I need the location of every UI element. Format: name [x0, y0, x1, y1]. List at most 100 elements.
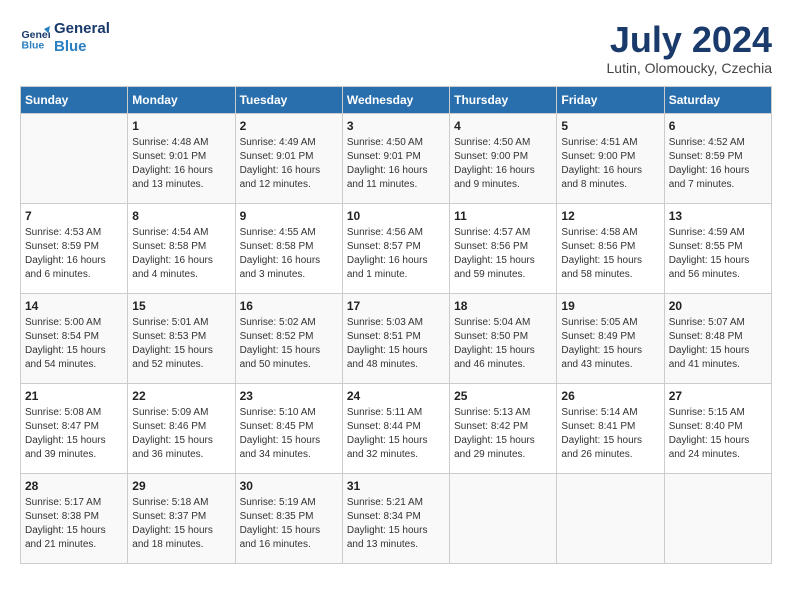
calendar-cell: 17Sunrise: 5:03 AMSunset: 8:51 PMDayligh…	[342, 293, 449, 383]
day-number: 22	[132, 388, 230, 405]
calendar-cell: 8Sunrise: 4:54 AMSunset: 8:58 PMDaylight…	[128, 203, 235, 293]
day-number: 1	[132, 118, 230, 135]
calendar-cell	[450, 473, 557, 563]
calendar-cell	[21, 113, 128, 203]
day-info: Sunrise: 5:08 AMSunset: 8:47 PMDaylight:…	[25, 406, 123, 462]
day-number: 2	[240, 118, 338, 135]
calendar-cell: 27Sunrise: 5:15 AMSunset: 8:40 PMDayligh…	[664, 383, 771, 473]
day-info: Sunrise: 5:01 AMSunset: 8:53 PMDaylight:…	[132, 316, 230, 372]
calendar-cell: 3Sunrise: 4:50 AMSunset: 9:01 PMDaylight…	[342, 113, 449, 203]
col-wednesday: Wednesday	[342, 86, 449, 113]
calendar-cell: 6Sunrise: 4:52 AMSunset: 8:59 PMDaylight…	[664, 113, 771, 203]
day-number: 17	[347, 298, 445, 315]
day-number: 5	[561, 118, 659, 135]
day-number: 31	[347, 478, 445, 495]
calendar-cell: 12Sunrise: 4:58 AMSunset: 8:56 PMDayligh…	[557, 203, 664, 293]
calendar-week-4: 21Sunrise: 5:08 AMSunset: 8:47 PMDayligh…	[21, 383, 772, 473]
col-monday: Monday	[128, 86, 235, 113]
calendar-week-2: 7Sunrise: 4:53 AMSunset: 8:59 PMDaylight…	[21, 203, 772, 293]
day-info: Sunrise: 5:13 AMSunset: 8:42 PMDaylight:…	[454, 406, 552, 462]
day-info: Sunrise: 4:53 AMSunset: 8:59 PMDaylight:…	[25, 226, 123, 282]
calendar-header-row: Sunday Monday Tuesday Wednesday Thursday…	[21, 86, 772, 113]
logo-text: General Blue	[54, 20, 110, 56]
day-number: 6	[669, 118, 767, 135]
day-number: 9	[240, 208, 338, 225]
col-thursday: Thursday	[450, 86, 557, 113]
calendar-cell: 18Sunrise: 5:04 AMSunset: 8:50 PMDayligh…	[450, 293, 557, 383]
day-info: Sunrise: 5:14 AMSunset: 8:41 PMDaylight:…	[561, 406, 659, 462]
calendar-cell: 1Sunrise: 4:48 AMSunset: 9:01 PMDaylight…	[128, 113, 235, 203]
day-info: Sunrise: 4:51 AMSunset: 9:00 PMDaylight:…	[561, 136, 659, 192]
calendar-cell: 22Sunrise: 5:09 AMSunset: 8:46 PMDayligh…	[128, 383, 235, 473]
day-number: 3	[347, 118, 445, 135]
day-info: Sunrise: 4:58 AMSunset: 8:56 PMDaylight:…	[561, 226, 659, 282]
calendar-cell: 20Sunrise: 5:07 AMSunset: 8:48 PMDayligh…	[664, 293, 771, 383]
col-saturday: Saturday	[664, 86, 771, 113]
calendar-cell: 23Sunrise: 5:10 AMSunset: 8:45 PMDayligh…	[235, 383, 342, 473]
calendar-cell: 10Sunrise: 4:56 AMSunset: 8:57 PMDayligh…	[342, 203, 449, 293]
day-number: 30	[240, 478, 338, 495]
day-info: Sunrise: 5:04 AMSunset: 8:50 PMDaylight:…	[454, 316, 552, 372]
calendar-cell	[557, 473, 664, 563]
calendar-cell: 13Sunrise: 4:59 AMSunset: 8:55 PMDayligh…	[664, 203, 771, 293]
day-number: 25	[454, 388, 552, 405]
col-sunday: Sunday	[21, 86, 128, 113]
calendar-cell: 30Sunrise: 5:19 AMSunset: 8:35 PMDayligh…	[235, 473, 342, 563]
day-number: 11	[454, 208, 552, 225]
calendar-cell: 31Sunrise: 5:21 AMSunset: 8:34 PMDayligh…	[342, 473, 449, 563]
calendar-cell: 11Sunrise: 4:57 AMSunset: 8:56 PMDayligh…	[450, 203, 557, 293]
day-number: 20	[669, 298, 767, 315]
day-number: 29	[132, 478, 230, 495]
day-number: 12	[561, 208, 659, 225]
day-number: 8	[132, 208, 230, 225]
day-info: Sunrise: 5:00 AMSunset: 8:54 PMDaylight:…	[25, 316, 123, 372]
day-info: Sunrise: 5:11 AMSunset: 8:44 PMDaylight:…	[347, 406, 445, 462]
col-friday: Friday	[557, 86, 664, 113]
calendar-cell: 28Sunrise: 5:17 AMSunset: 8:38 PMDayligh…	[21, 473, 128, 563]
calendar-week-3: 14Sunrise: 5:00 AMSunset: 8:54 PMDayligh…	[21, 293, 772, 383]
day-info: Sunrise: 4:56 AMSunset: 8:57 PMDaylight:…	[347, 226, 445, 282]
day-number: 23	[240, 388, 338, 405]
header: General Blue General Blue July 2024 Luti…	[20, 20, 772, 76]
day-number: 26	[561, 388, 659, 405]
calendar-cell: 19Sunrise: 5:05 AMSunset: 8:49 PMDayligh…	[557, 293, 664, 383]
day-info: Sunrise: 4:54 AMSunset: 8:58 PMDaylight:…	[132, 226, 230, 282]
calendar-table: Sunday Monday Tuesday Wednesday Thursday…	[20, 86, 772, 564]
title-area: July 2024 Lutin, Olomoucky, Czechia	[607, 20, 772, 76]
day-info: Sunrise: 5:10 AMSunset: 8:45 PMDaylight:…	[240, 406, 338, 462]
day-info: Sunrise: 4:55 AMSunset: 8:58 PMDaylight:…	[240, 226, 338, 282]
calendar-cell: 16Sunrise: 5:02 AMSunset: 8:52 PMDayligh…	[235, 293, 342, 383]
day-info: Sunrise: 4:49 AMSunset: 9:01 PMDaylight:…	[240, 136, 338, 192]
calendar-cell: 25Sunrise: 5:13 AMSunset: 8:42 PMDayligh…	[450, 383, 557, 473]
day-info: Sunrise: 5:05 AMSunset: 8:49 PMDaylight:…	[561, 316, 659, 372]
calendar-cell: 15Sunrise: 5:01 AMSunset: 8:53 PMDayligh…	[128, 293, 235, 383]
calendar-cell: 7Sunrise: 4:53 AMSunset: 8:59 PMDaylight…	[21, 203, 128, 293]
day-number: 7	[25, 208, 123, 225]
logo: General Blue General Blue	[20, 20, 110, 56]
day-info: Sunrise: 4:57 AMSunset: 8:56 PMDaylight:…	[454, 226, 552, 282]
logo-icon: General Blue	[20, 23, 50, 53]
calendar-cell: 9Sunrise: 4:55 AMSunset: 8:58 PMDaylight…	[235, 203, 342, 293]
day-number: 13	[669, 208, 767, 225]
day-number: 10	[347, 208, 445, 225]
day-number: 16	[240, 298, 338, 315]
day-number: 27	[669, 388, 767, 405]
day-info: Sunrise: 4:52 AMSunset: 8:59 PMDaylight:…	[669, 136, 767, 192]
day-info: Sunrise: 5:09 AMSunset: 8:46 PMDaylight:…	[132, 406, 230, 462]
day-info: Sunrise: 4:48 AMSunset: 9:01 PMDaylight:…	[132, 136, 230, 192]
svg-text:Blue: Blue	[22, 40, 45, 52]
day-number: 19	[561, 298, 659, 315]
day-info: Sunrise: 4:50 AMSunset: 9:00 PMDaylight:…	[454, 136, 552, 192]
day-number: 4	[454, 118, 552, 135]
day-info: Sunrise: 5:17 AMSunset: 8:38 PMDaylight:…	[25, 496, 123, 552]
day-info: Sunrise: 4:50 AMSunset: 9:01 PMDaylight:…	[347, 136, 445, 192]
day-number: 18	[454, 298, 552, 315]
day-info: Sunrise: 5:19 AMSunset: 8:35 PMDaylight:…	[240, 496, 338, 552]
calendar-cell: 24Sunrise: 5:11 AMSunset: 8:44 PMDayligh…	[342, 383, 449, 473]
location: Lutin, Olomoucky, Czechia	[607, 60, 772, 76]
day-info: Sunrise: 4:59 AMSunset: 8:55 PMDaylight:…	[669, 226, 767, 282]
calendar-cell: 14Sunrise: 5:00 AMSunset: 8:54 PMDayligh…	[21, 293, 128, 383]
calendar-cell	[664, 473, 771, 563]
day-info: Sunrise: 5:21 AMSunset: 8:34 PMDaylight:…	[347, 496, 445, 552]
col-tuesday: Tuesday	[235, 86, 342, 113]
